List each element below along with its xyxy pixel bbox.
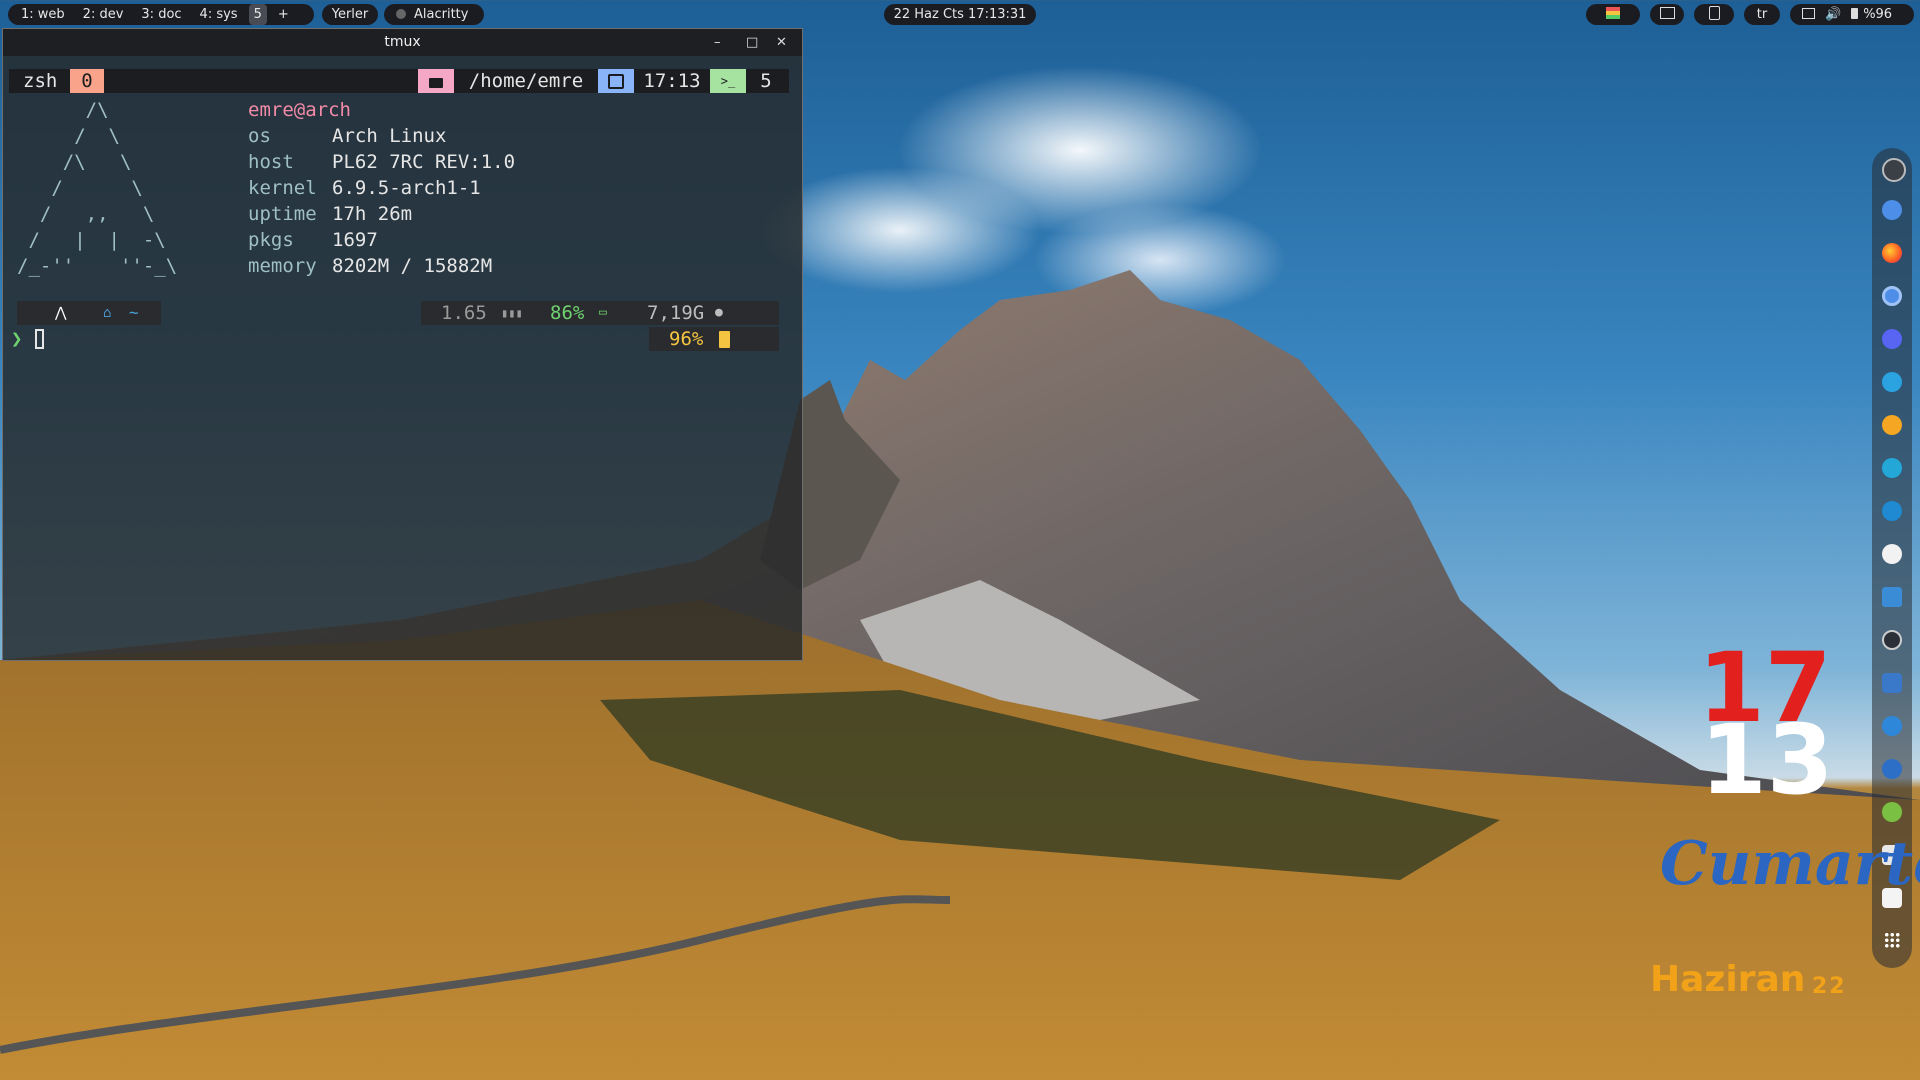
arch-icon: ⋀ [55, 305, 67, 321]
fetch-user: emre@arch [248, 99, 351, 121]
calendar-icon [598, 69, 634, 93]
tmux-pane-count: 5 [760, 70, 772, 92]
display-icon [1802, 8, 1815, 19]
tmux-time: 17:13 [643, 70, 701, 92]
arch-ascii-logo: /\ / \ /\ \ / \ / ,, \ / | | -\ /_-'' ''… [17, 99, 178, 277]
fetch-row-kernel: kernel 6.9.5-arch1-1 [248, 177, 481, 199]
cpu-usage: 86% [550, 302, 585, 324]
active-app-indicator[interactable]: Alacritty [384, 4, 484, 25]
terminal-window[interactable]: tmux – □ ✕ zsh 0 /home/emre 17:13 >_ 5 /… [2, 28, 803, 661]
prompt-cwd: ~ [129, 303, 139, 322]
cpu-icon: ▭ [599, 305, 607, 320]
cursor[interactable] [35, 329, 44, 349]
tmux-status-bar: zsh 0 /home/emre 17:13 >_ 5 [9, 69, 789, 93]
prompt-battery-segment: 96% [649, 327, 779, 351]
system-menu[interactable]: 🔊 %96 [1790, 4, 1914, 25]
tmux-path: /home/emre [468, 70, 584, 92]
battery-icon [1851, 8, 1859, 19]
bar-chart-icon: ▮▮▮ [501, 306, 523, 320]
battery-icon-prompt [719, 331, 730, 348]
firefox-icon[interactable] [1882, 243, 1902, 263]
places-menu[interactable]: Yerler [322, 4, 378, 25]
github-icon[interactable] [1882, 544, 1902, 564]
home-icon: ⌂ [103, 305, 112, 321]
vscode-icon[interactable] [1882, 501, 1902, 521]
add-workspace-button[interactable]: + [269, 4, 298, 25]
active-app-label: Alacritty [414, 7, 469, 22]
browser-icon[interactable] [1882, 200, 1902, 220]
widget-weekday: Cumartesi [1660, 829, 1920, 899]
workspace-switcher: 1: web 2: dev 3: doc 4: sys 5 + [8, 4, 314, 25]
prompt-left-segment: ⋀ ⌂ ~ [17, 301, 161, 325]
arch-icon[interactable] [1882, 158, 1906, 182]
fetch-row-uptime: uptime 17h 26m [248, 203, 413, 225]
disk-icon: ● [715, 305, 723, 320]
media-player-icon[interactable] [1882, 415, 1902, 435]
maximize-button[interactable]: □ [746, 29, 758, 56]
vpn-icon[interactable] [1882, 759, 1902, 779]
prompt-arrow: ❯ [11, 328, 23, 350]
volume-icon: 🔊 [1825, 7, 1842, 22]
palette-icon [1606, 7, 1620, 19]
workspace-2[interactable]: 2: dev [74, 4, 133, 25]
widget-day: 22 [1812, 974, 1847, 999]
tmux-window-index: 0 [70, 69, 104, 93]
clipboard-indicator[interactable] [1694, 4, 1734, 25]
top-panel: 1: web 2: dev 3: doc 4: sys 5 + Yerler Alacri… [0, 0, 1920, 29]
alacritty-icon [396, 9, 406, 19]
virtual-machine-icon[interactable] [1882, 587, 1902, 607]
telegram-icon[interactable] [1882, 372, 1902, 392]
workspace-5[interactable]: 5 [248, 4, 267, 25]
audio-visualizer-icon[interactable] [1882, 458, 1902, 478]
widget-month: Haziran [1650, 959, 1806, 1000]
keyboard-layout-indicator[interactable]: tr [1744, 4, 1780, 25]
color-picker-indicator[interactable] [1586, 4, 1640, 25]
transfer-icon[interactable] [1882, 716, 1902, 736]
system-info: emre@arch os Arch Linux host PL62 7RC REV:… [248, 97, 515, 279]
clipboard-icon [1708, 6, 1720, 20]
screenshot-indicator[interactable] [1650, 4, 1684, 25]
image-icon [1659, 7, 1675, 19]
email-icon[interactable] [1882, 673, 1902, 693]
android-icon[interactable] [1882, 802, 1902, 822]
panel-clock[interactable]: 22 Haz Cts 17:13:31 [884, 4, 1036, 25]
disk-usage: 7,19G [647, 302, 705, 324]
app-grid-icon[interactable] [1884, 932, 1900, 948]
chromium-icon[interactable] [1882, 286, 1902, 306]
close-button[interactable]: ✕ [776, 29, 787, 56]
load-average: 1.65 [441, 302, 487, 324]
window-titlebar[interactable]: tmux – □ ✕ [3, 29, 802, 56]
tmux-session-name: zsh [23, 70, 58, 92]
fetch-row-pkgs: pkgs 1697 [248, 229, 378, 251]
workspace-3[interactable]: 3: doc [132, 4, 190, 25]
widget-minute: 13 [1700, 704, 1834, 816]
battery-percent: %96 [1863, 7, 1893, 22]
fetch-row-memory: memory 8202M / 15882M [248, 255, 493, 277]
fetch-row-os: os Arch Linux [248, 125, 447, 147]
minimize-button[interactable]: – [714, 29, 721, 56]
folder-icon [418, 69, 454, 93]
discord-icon[interactable] [1882, 329, 1902, 349]
battery-level: 96% [669, 328, 704, 350]
workspace-1[interactable]: 1: web [12, 4, 74, 25]
fetch-row-host: host PL62 7RC REV:1.0 [248, 151, 516, 173]
workspace-4[interactable]: 4: sys [191, 4, 247, 25]
prompt-right-segment: 1.65 ▮▮▮ 86% ▭ 7,19G ● [421, 301, 779, 325]
terminal-icon: >_ [710, 69, 746, 93]
steam-icon[interactable] [1882, 630, 1902, 650]
window-title: tmux [384, 34, 421, 50]
